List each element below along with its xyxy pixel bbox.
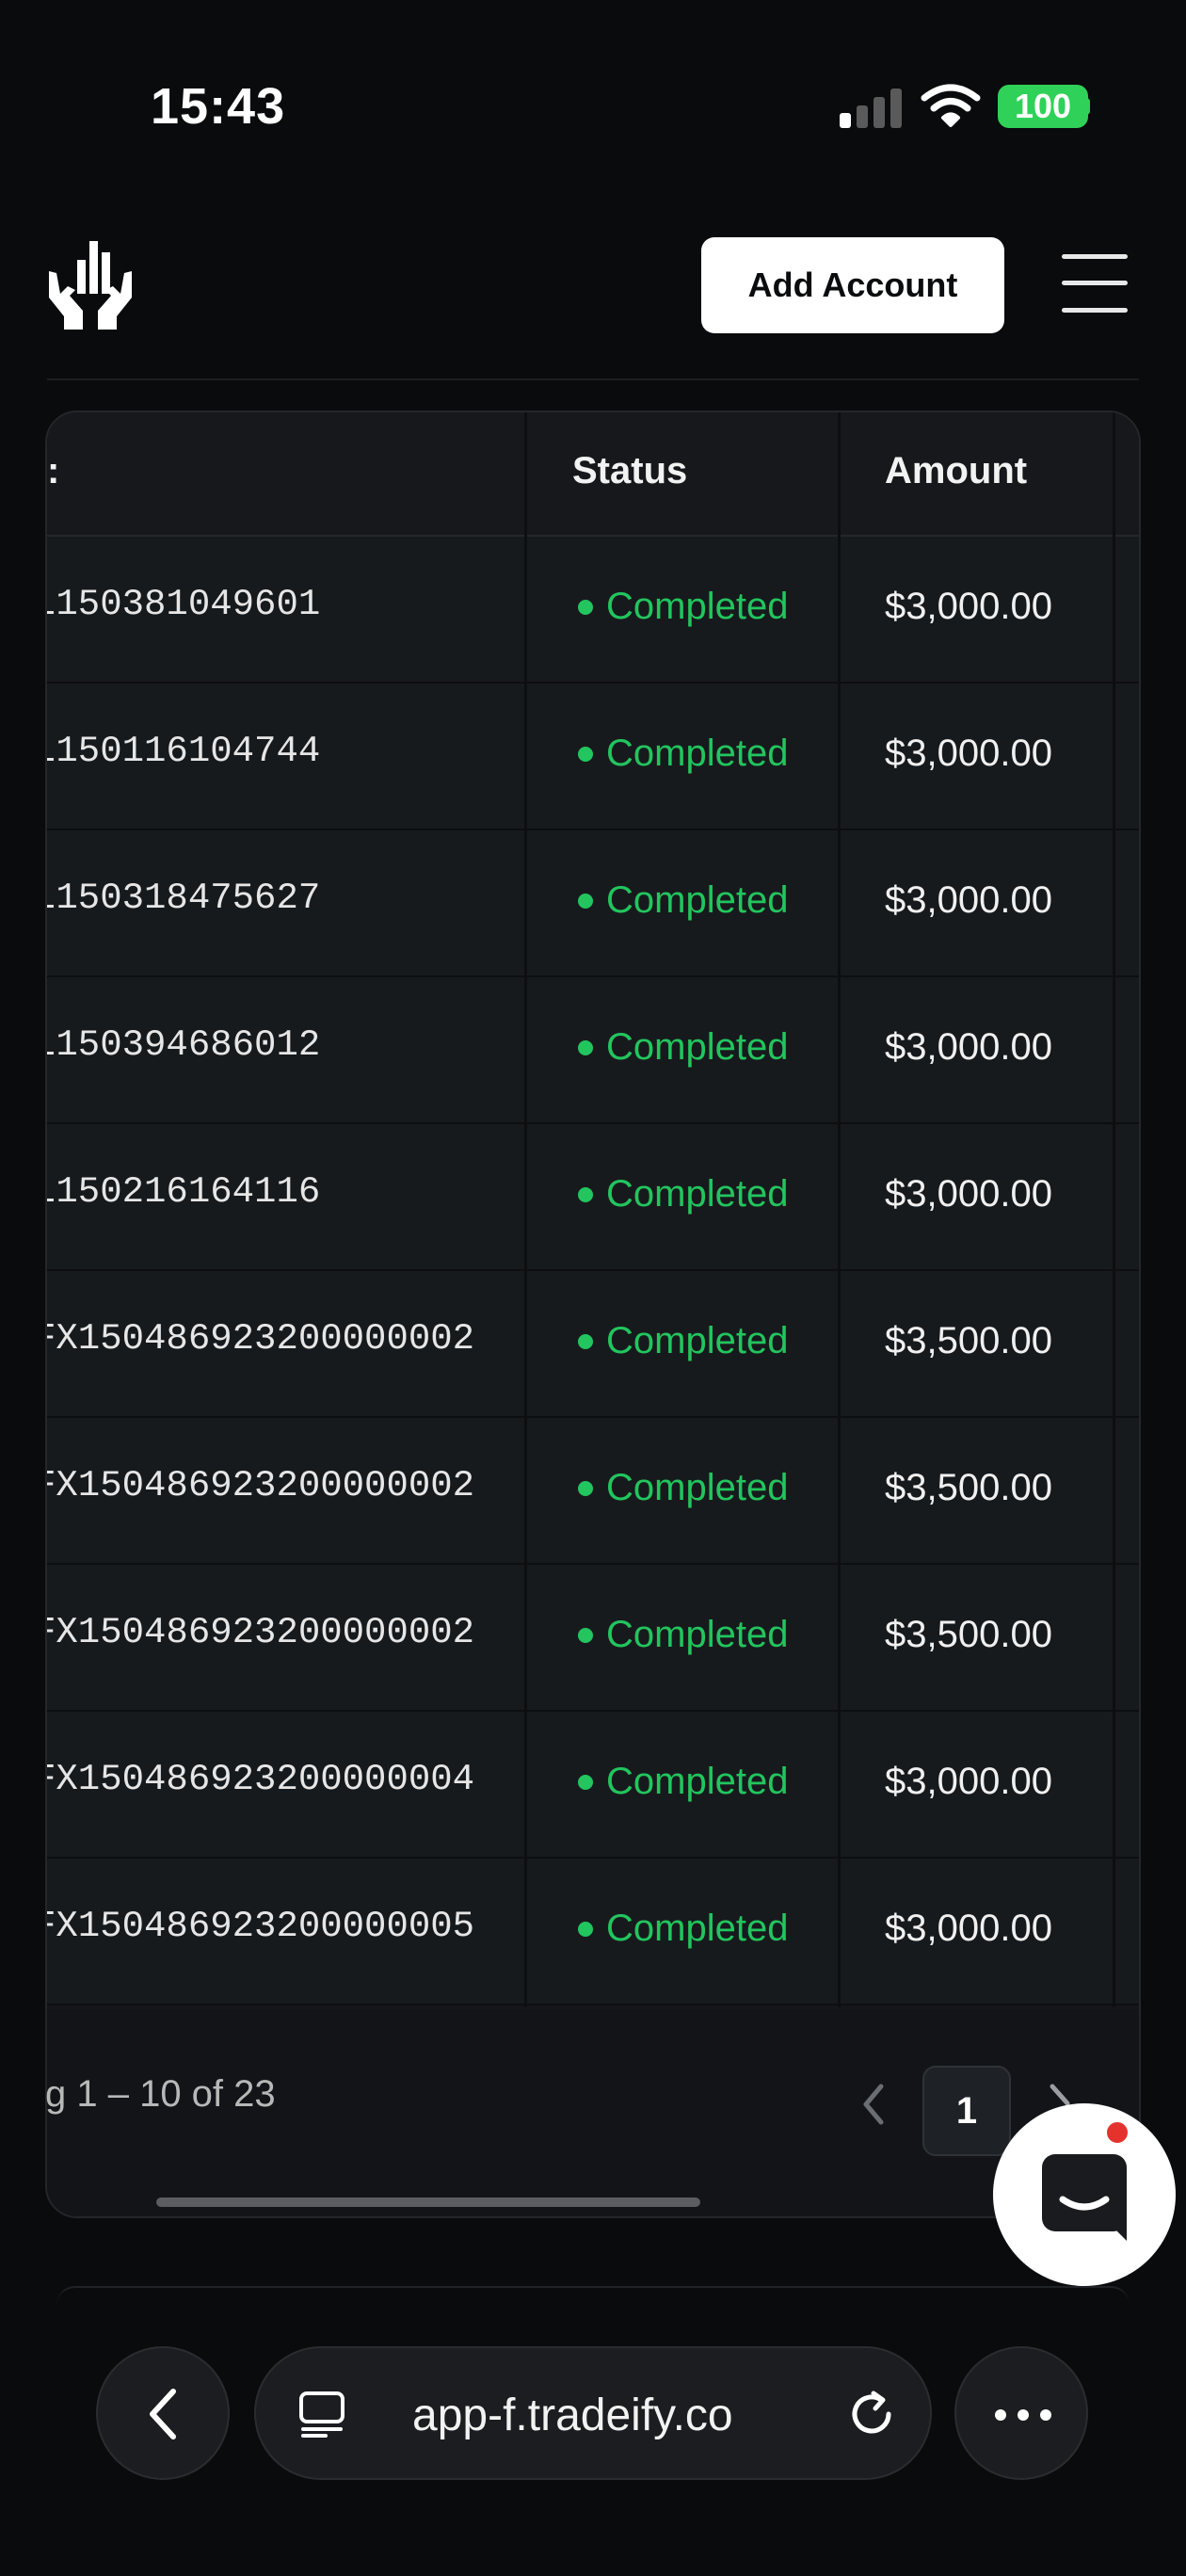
- previous-page-icon[interactable]: [857, 2081, 890, 2128]
- column-divider: [524, 412, 527, 2007]
- table-row[interactable]: L150216164116 Completed $3,000.00: [47, 1124, 1139, 1271]
- status-dot-icon: [578, 1039, 593, 1055]
- amount-value: $3,000.00: [885, 879, 1052, 921]
- browser-more-button[interactable]: [954, 2346, 1088, 2480]
- amount-value: $3,000.00: [885, 586, 1052, 627]
- transaction-id: FX150486923200000005: [45, 1906, 475, 1947]
- table-row[interactable]: FX150486923200000004 Completed $3,000.00: [47, 1712, 1139, 1859]
- next-card-edge: [56, 2286, 1130, 2305]
- page-number-button[interactable]: 1: [922, 2066, 1011, 2156]
- cellular-signal-icon: [840, 85, 906, 128]
- header-divider: [47, 378, 1139, 380]
- status-badge: Completed: [572, 1320, 788, 1362]
- table-row[interactable]: L150394686012 Completed $3,000.00: [47, 977, 1139, 1124]
- amount-value: $3,000.00: [885, 1173, 1052, 1215]
- transaction-id: L150318475627: [45, 877, 321, 919]
- add-account-button[interactable]: Add Account: [701, 237, 1004, 333]
- battery-nub: [1082, 98, 1090, 115]
- status-label: Completed: [606, 733, 789, 774]
- amount-value: $3,000.00: [885, 1908, 1052, 1949]
- status-label: Completed: [606, 586, 789, 627]
- transactions-table: : Status Amount L150381049601 Completed …: [45, 411, 1141, 2218]
- transaction-id: FX150486923200000002: [45, 1318, 475, 1360]
- transaction-id: L150216164116: [45, 1171, 321, 1213]
- amount-value: $3,000.00: [885, 1761, 1052, 1802]
- table-row[interactable]: FX150486923200000002 Completed $3,500.00: [47, 1418, 1139, 1565]
- table-row[interactable]: FX150486923200000002 Completed $3,500.00: [47, 1271, 1139, 1418]
- column-header-id: :: [47, 450, 60, 491]
- reload-icon[interactable]: [845, 2388, 898, 2440]
- app-logo-icon[interactable]: [41, 237, 139, 331]
- notification-badge: [1103, 2118, 1131, 2147]
- url-text: app-f.tradeify.co: [412, 2391, 733, 2440]
- status-dot-icon: [578, 1333, 593, 1349]
- status-dot-icon: [578, 1774, 593, 1790]
- back-arrow-icon: [150, 2389, 176, 2439]
- battery-icon: 100: [998, 85, 1088, 128]
- transaction-id: L150381049601: [45, 584, 321, 625]
- table-row[interactable]: L150318475627 Completed $3,000.00: [47, 830, 1139, 977]
- table-row[interactable]: FX150486923200000002 Completed $3,500.00: [47, 1565, 1139, 1712]
- status-badge: Completed: [572, 1614, 788, 1656]
- status-label: Completed: [606, 1908, 789, 1949]
- status-dot-icon: [578, 893, 593, 909]
- browser-back-button[interactable]: [96, 2346, 230, 2480]
- browser-address-bar[interactable]: app-f.tradeify.co: [254, 2346, 932, 2480]
- chat-launcher-button[interactable]: [993, 2103, 1176, 2286]
- amount-value: $3,000.00: [885, 1026, 1052, 1068]
- status-badge: Completed: [572, 733, 788, 775]
- status-label: Completed: [606, 1173, 789, 1215]
- chat-icon: [1042, 2154, 1127, 2241]
- status-time: 15:43: [151, 78, 286, 135]
- status-dot-icon: [578, 1921, 593, 1937]
- status-label: Completed: [606, 1614, 789, 1655]
- column-header-amount[interactable]: Amount: [885, 450, 1027, 492]
- table-header: : Status Amount: [47, 412, 1139, 537]
- status-dot-icon: [578, 1186, 593, 1202]
- table-row[interactable]: FX150486923200000005 Completed $3,000.00: [47, 1859, 1139, 2005]
- status-label: Completed: [606, 1467, 789, 1508]
- tab-overview-icon[interactable]: [297, 2390, 346, 2439]
- amount-value: $3,500.00: [885, 1320, 1052, 1361]
- status-badge: Completed: [572, 1908, 788, 1950]
- wifi-icon: [921, 84, 981, 127]
- column-header-status[interactable]: Status: [572, 450, 687, 492]
- amount-value: $3,000.00: [885, 733, 1052, 774]
- transaction-id: FX150486923200000002: [45, 1465, 475, 1506]
- status-dot-icon: [578, 599, 593, 615]
- table-row[interactable]: L150116104744 Completed $3,000.00: [47, 684, 1139, 830]
- battery-level: 100: [1014, 87, 1072, 125]
- status-badge: Completed: [572, 1761, 788, 1803]
- amount-value: $3,500.00: [885, 1467, 1052, 1508]
- pagination-info: g 1 – 10 of 23: [45, 2073, 276, 2115]
- status-dot-icon: [578, 1480, 593, 1496]
- amount-value: $3,500.00: [885, 1614, 1052, 1655]
- more-dots-icon: [995, 2409, 1051, 2421]
- status-badge: Completed: [572, 1026, 788, 1069]
- status-dot-icon: [578, 746, 593, 762]
- status-label: Completed: [606, 1320, 789, 1361]
- status-badge: Completed: [572, 879, 788, 922]
- status-badge: Completed: [572, 1173, 788, 1216]
- transaction-id: L150116104744: [45, 731, 321, 772]
- hamburger-menu-icon[interactable]: [1062, 254, 1128, 313]
- transaction-id: FX150486923200000002: [45, 1612, 475, 1653]
- transaction-id: L150394686012: [45, 1024, 321, 1066]
- status-label: Completed: [606, 879, 789, 921]
- status-label: Completed: [606, 1761, 789, 1802]
- status-badge: Completed: [572, 586, 788, 628]
- column-divider: [1113, 412, 1115, 2007]
- status-badge: Completed: [572, 1467, 788, 1509]
- column-divider: [838, 412, 841, 2007]
- horizontal-scrollbar[interactable]: [156, 2198, 700, 2207]
- status-dot-icon: [578, 1627, 593, 1643]
- transaction-id: FX150486923200000004: [45, 1759, 475, 1800]
- status-label: Completed: [606, 1026, 789, 1068]
- table-row[interactable]: L150381049601 Completed $3,000.00: [47, 537, 1139, 684]
